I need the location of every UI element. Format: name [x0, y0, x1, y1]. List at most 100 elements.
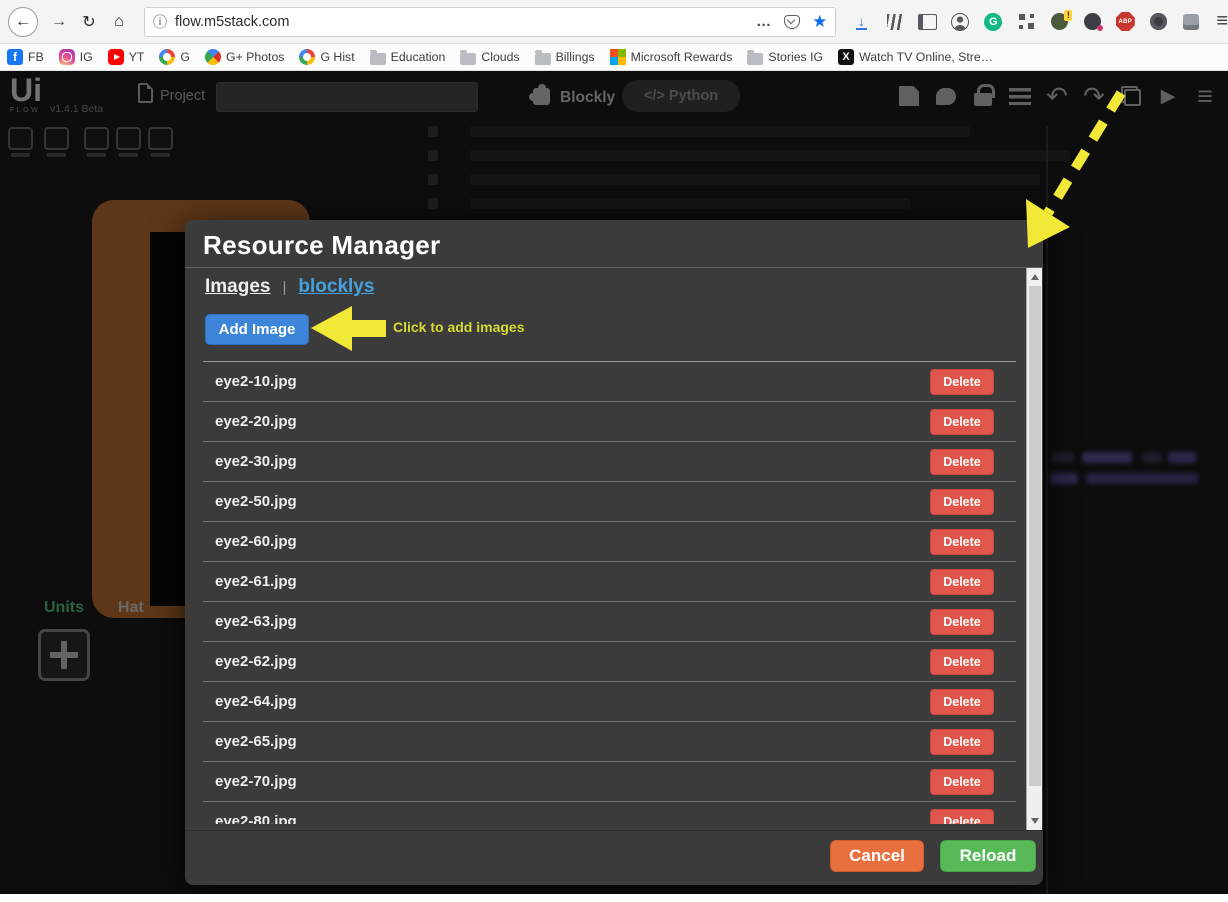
delete-button[interactable]: Delete [930, 569, 994, 595]
delete-button[interactable]: Delete [930, 689, 994, 715]
bookmark-label: Education [391, 50, 446, 64]
toolbar-extension-icon[interactable] [1015, 10, 1037, 34]
screen: ← → ↻ ⌂ ⓘ flow.m5stack.com … ★ ≡ FB [0, 0, 1228, 902]
file-name: eye2-61.jpg [215, 573, 297, 590]
bookmark-label: Clouds [481, 50, 519, 64]
bookmark-item[interactable]: Billings [535, 50, 595, 65]
scroll-down-icon[interactable] [1031, 818, 1039, 824]
pocket-icon[interactable] [784, 15, 800, 29]
file-row: eye2-62.jpg Delete [203, 642, 1016, 682]
reload-button[interactable]: ↻ [74, 7, 104, 37]
scrollbar-thumb[interactable] [1029, 286, 1041, 786]
divider [185, 830, 1043, 831]
cancel-button[interactable]: Cancel [830, 840, 924, 872]
file-name: eye2-50.jpg [215, 493, 297, 510]
file-row: eye2-80.jpg Delete [203, 802, 1016, 824]
file-row: eye2-10.jpg Delete [203, 362, 1016, 402]
page-actions-icon[interactable]: … [756, 13, 772, 30]
delete-button[interactable]: Delete [930, 409, 994, 435]
file-name: eye2-64.jpg [215, 693, 297, 710]
bookmark-item[interactable]: YT [108, 49, 145, 65]
file-row: eye2-63.jpg Delete [203, 602, 1016, 642]
bookmark-favicon [159, 49, 175, 65]
toolbar-extension-icon[interactable] [1180, 10, 1202, 34]
toolbar-extension-icon[interactable] [949, 10, 971, 34]
toolbar-extension-icon[interactable] [1081, 10, 1103, 34]
toolbar-extension-icon[interactable] [1048, 10, 1070, 34]
file-name: eye2-65.jpg [215, 733, 297, 750]
bookmark-label: G [180, 50, 190, 64]
delete-button[interactable]: Delete [930, 449, 994, 475]
file-name: eye2-63.jpg [215, 613, 297, 630]
file-name: eye2-60.jpg [215, 533, 297, 550]
file-name: eye2-10.jpg [215, 373, 297, 390]
forward-button[interactable]: → [44, 7, 74, 37]
bookmark-item[interactable]: G+ Photos [205, 49, 284, 65]
home-button[interactable]: ⌂ [104, 7, 134, 37]
bookmarks-bar: FB IG YT G G+ Photos [0, 44, 1228, 71]
bookmark-item[interactable]: G [159, 49, 190, 65]
file-row: eye2-30.jpg Delete [203, 442, 1016, 482]
delete-button[interactable]: Delete [930, 489, 994, 515]
bookmark-favicon [747, 53, 763, 65]
toolbar-extension-icon[interactable] [982, 10, 1004, 34]
delete-button[interactable]: Delete [930, 649, 994, 675]
delete-button[interactable]: Delete [930, 729, 994, 755]
delete-button[interactable]: Delete [930, 529, 994, 555]
bookmark-favicon [610, 49, 626, 65]
dialog-title: Resource Manager [203, 230, 440, 261]
site-info-icon[interactable]: ⓘ [153, 12, 167, 32]
bookmark-item[interactable]: Watch TV Online, Stre… [838, 49, 993, 65]
bookmark-label: FB [28, 50, 44, 64]
resource-file-list: eye2-10.jpg Delete eye2-20.jpg Delete ey… [203, 362, 1016, 824]
toolbar-extension-icon[interactable] [883, 10, 905, 34]
tab-separator: | [282, 279, 286, 296]
bookmark-item[interactable]: Clouds [460, 50, 519, 65]
bookmark-favicon [535, 53, 551, 65]
bookmark-item[interactable]: Education [370, 50, 446, 65]
file-row: eye2-60.jpg Delete [203, 522, 1016, 562]
file-row: eye2-20.jpg Delete [203, 402, 1016, 442]
hamburger-menu-icon[interactable]: ≡ [1216, 10, 1228, 33]
toolbar-extension-icon[interactable] [916, 10, 938, 34]
bookmark-item[interactable]: Stories IG [747, 50, 823, 65]
tab-images[interactable]: Images [205, 276, 270, 298]
url-bar[interactable]: ⓘ flow.m5stack.com … ★ [144, 7, 836, 37]
bookmark-item[interactable]: IG [59, 49, 93, 65]
file-row: eye2-61.jpg Delete [203, 562, 1016, 602]
bookmark-favicon [370, 53, 386, 65]
add-image-button[interactable]: Add Image [205, 314, 309, 345]
scroll-up-icon[interactable] [1031, 274, 1039, 280]
delete-button[interactable]: Delete [930, 769, 994, 795]
toolbar-extension-icon[interactable] [850, 10, 872, 34]
bookmark-item[interactable]: FB [7, 49, 44, 65]
delete-button[interactable]: Delete [930, 609, 994, 635]
bookmark-favicon [59, 49, 75, 65]
file-row: eye2-70.jpg Delete [203, 762, 1016, 802]
file-row: eye2-65.jpg Delete [203, 722, 1016, 762]
resource-tabs: Images | blocklys [205, 276, 374, 298]
file-name: eye2-70.jpg [215, 773, 297, 790]
tab-blocklys[interactable]: blocklys [298, 276, 374, 298]
bookmark-label: Microsoft Rewards [631, 50, 733, 64]
bookmark-favicon [205, 49, 221, 65]
back-button[interactable]: ← [8, 7, 38, 37]
toolbar-extension-icon[interactable] [1147, 10, 1169, 34]
reload-resources-button[interactable]: Reload [940, 840, 1036, 872]
bookmark-item[interactable]: Microsoft Rewards [610, 49, 733, 65]
delete-button[interactable]: Delete [930, 809, 994, 825]
bookmark-label: YT [129, 50, 145, 64]
url-text: flow.m5stack.com [175, 14, 289, 30]
delete-button[interactable]: Delete [930, 369, 994, 395]
bookmark-item[interactable]: G Hist [299, 49, 354, 65]
bookmark-label: Billings [556, 50, 595, 64]
list-scrollbar[interactable] [1026, 268, 1042, 830]
urlbar-actions: … ★ [756, 13, 827, 30]
bookmark-favicon [299, 49, 315, 65]
bookmark-label: Watch TV Online, Stre… [859, 50, 993, 64]
toolbar-extension-icon[interactable] [1114, 10, 1136, 34]
bookmark-star-icon[interactable]: ★ [812, 13, 827, 30]
bookmark-favicon [460, 53, 476, 65]
resource-manager-dialog: Resource Manager Images | blocklys Add I… [185, 220, 1043, 885]
divider [185, 267, 1043, 268]
